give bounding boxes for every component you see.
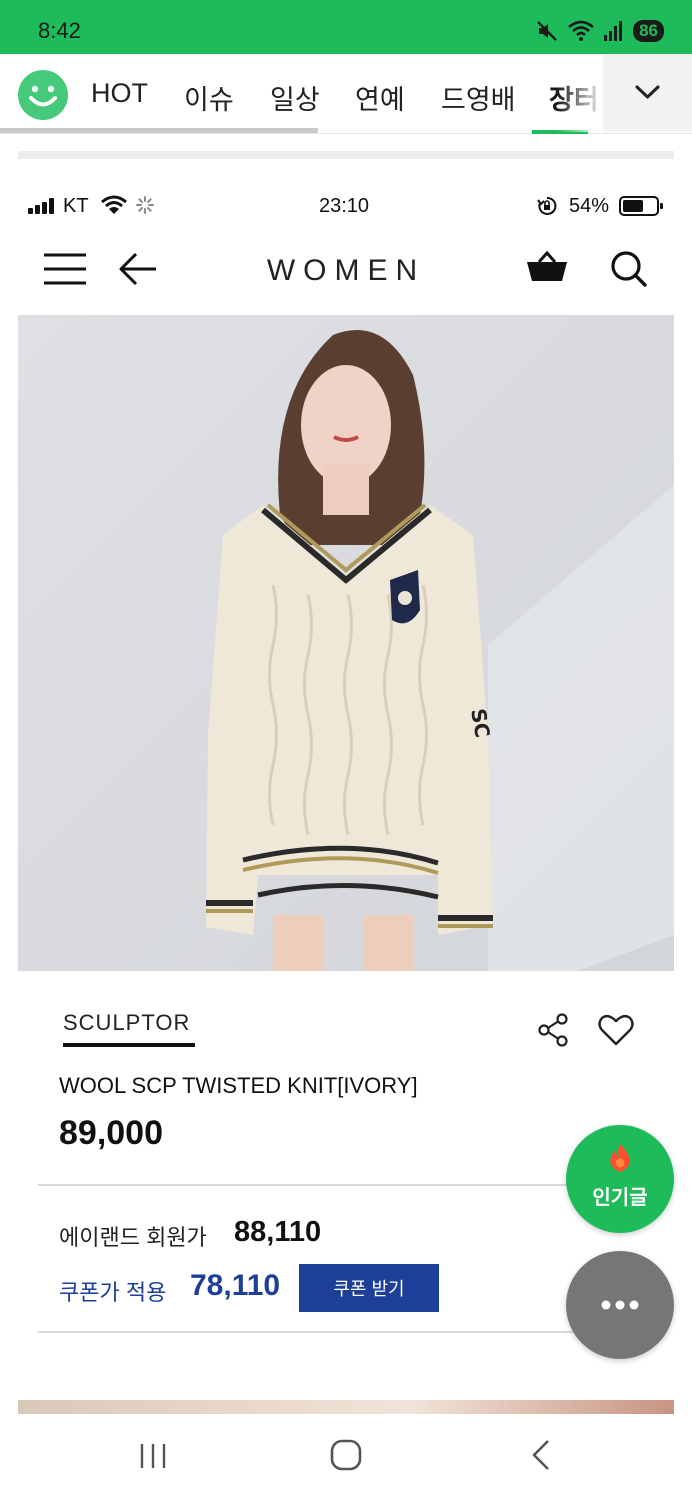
tab-hot[interactable]: HOT	[91, 78, 148, 109]
tab-more-button[interactable]	[603, 54, 692, 132]
ios-battery-percent: 54%	[569, 195, 610, 217]
model-sweater-illustration: SC	[18, 315, 674, 971]
product-name: WOOL SCP TWISTED KNIT[IVORY]	[59, 1073, 418, 1098]
mute-icon	[537, 21, 557, 41]
battery-icon	[619, 196, 663, 216]
smiley-logo-icon[interactable]	[18, 70, 68, 120]
popular-posts-label: 인기글	[592, 1187, 648, 1209]
tab-scroll-indicator	[0, 128, 318, 133]
next-product-image-edge	[18, 1400, 674, 1414]
status-icons: 86	[535, 19, 664, 43]
get-coupon-button[interactable]: 쿠폰 받기	[299, 1264, 439, 1312]
product-image[interactable]: SC	[18, 315, 674, 971]
share-icon[interactable]	[537, 1013, 569, 1047]
popular-posts-button[interactable]: 인기글	[566, 1125, 674, 1233]
back-icon[interactable]	[529, 1439, 553, 1471]
heart-icon[interactable]	[598, 1014, 634, 1046]
battery-indicator: 86	[633, 20, 664, 42]
tab-issue[interactable]: 이슈	[184, 78, 234, 117]
tab-entertainment[interactable]: 연예	[355, 78, 405, 117]
coupon-price-label: 쿠폰가 적용	[59, 1280, 167, 1305]
shopping-basket-icon[interactable]	[526, 250, 568, 284]
android-status-bar: 8:42 86	[0, 0, 692, 54]
ios-time: 23:10	[319, 195, 370, 217]
search-icon[interactable]	[610, 250, 648, 288]
loading-spinner-icon	[136, 196, 154, 214]
fire-icon	[610, 1144, 630, 1172]
svg-text:SC: SC	[466, 707, 495, 740]
tab-drama-movie[interactable]: 드영배	[441, 78, 516, 117]
brand-name[interactable]: SCULPTOR	[63, 1010, 190, 1036]
brand-underline	[63, 1043, 195, 1047]
home-icon[interactable]	[330, 1439, 362, 1471]
app-header: WOMEN	[18, 236, 674, 306]
chevron-down-icon	[635, 85, 660, 99]
member-price: 88,110	[234, 1216, 322, 1248]
ios-status-bar: KT 23:10 54%	[18, 186, 674, 226]
coupon-divider	[38, 1331, 618, 1333]
member-price-label: 에이랜드 회원가	[59, 1225, 207, 1250]
price-divider	[38, 1184, 618, 1186]
tab-daily[interactable]: 일상	[270, 78, 320, 117]
page-title: WOMEN	[266, 254, 426, 287]
cellular-icon	[28, 198, 54, 214]
content-divider	[18, 151, 674, 159]
tab-fade	[555, 54, 605, 132]
product-price: 89,000	[59, 1114, 163, 1152]
carrier-label: KT	[63, 195, 89, 217]
status-time: 8:42	[38, 18, 81, 43]
signal-icon	[604, 21, 623, 41]
wifi-icon	[568, 20, 594, 41]
more-dots-icon	[601, 1300, 639, 1310]
coupon-price: 78,110	[190, 1269, 281, 1302]
more-options-button[interactable]	[566, 1251, 674, 1359]
recent-apps-icon[interactable]	[138, 1442, 168, 1470]
category-tab-bar: HOT 이슈 일상 연예 드영배 장터	[0, 54, 692, 134]
wifi-icon	[101, 195, 127, 214]
android-nav-bar	[0, 1414, 692, 1500]
orientation-lock-icon	[537, 196, 557, 215]
